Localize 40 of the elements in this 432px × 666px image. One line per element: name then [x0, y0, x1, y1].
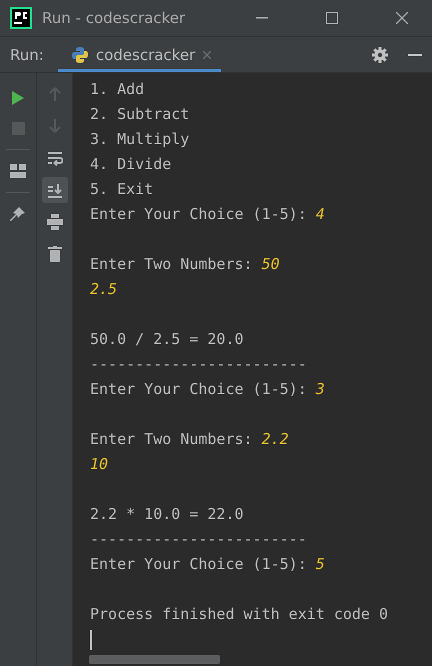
printer-icon[interactable] — [46, 214, 62, 230]
console-output: 2.2 * 10.0 = 22.0 — [90, 504, 244, 525]
minimize-icon[interactable] — [256, 17, 268, 19]
console-prompt: Enter Your Choice (1-5): — [90, 379, 308, 400]
user-input-text: 3 — [316, 379, 325, 400]
minimize-panel-icon[interactable] — [408, 54, 422, 56]
user-input-text: 2.5 — [90, 279, 118, 300]
console-output: 1. Add — [90, 79, 144, 100]
console-output: ------------------------ — [90, 529, 307, 550]
text-cursor — [90, 630, 92, 650]
console-prompt: Enter Two Numbers: — [90, 429, 254, 450]
user-input-text: 50 — [262, 254, 280, 275]
console-prompt: Enter Two Numbers: — [90, 254, 254, 275]
close-icon[interactable] — [396, 12, 408, 24]
settings-icon[interactable] — [372, 46, 388, 62]
maximize-icon[interactable] — [326, 12, 338, 24]
window-title: Run - codescracker — [42, 9, 186, 27]
console-output: Process finished with exit code 0 — [90, 604, 388, 625]
run-label: Run: — [9, 44, 45, 66]
user-input-text: 2.2 — [262, 429, 289, 450]
python-icon — [72, 46, 88, 62]
run-icon[interactable] — [11, 90, 25, 106]
horizontal-scrollbar[interactable] — [89, 655, 220, 664]
scroll-to-end-icon[interactable] — [46, 182, 62, 198]
console-prompt: Enter Your Choice (1-5): — [90, 204, 308, 225]
console-output: 4. Divide — [90, 154, 172, 175]
trash-icon[interactable] — [48, 246, 62, 262]
console-output: ------------------------ — [90, 354, 307, 375]
user-input-text: 5 — [316, 554, 325, 575]
console-prompt: Enter Your Choice (1-5): — [90, 554, 308, 575]
user-input-text: 10 — [90, 454, 108, 475]
console-output: 50.0 / 2.5 = 20.0 — [90, 329, 244, 350]
wrap-icon[interactable] — [46, 150, 62, 166]
console-output: 3. Multiply — [90, 129, 190, 150]
user-input-text: 4 — [316, 204, 325, 225]
console-output: 2. Subtract — [90, 104, 190, 125]
pin-icon[interactable] — [10, 206, 26, 222]
console-output: 5. Exit — [90, 179, 154, 200]
layout-icon[interactable] — [10, 164, 26, 178]
app-logo-icon — [10, 7, 32, 29]
